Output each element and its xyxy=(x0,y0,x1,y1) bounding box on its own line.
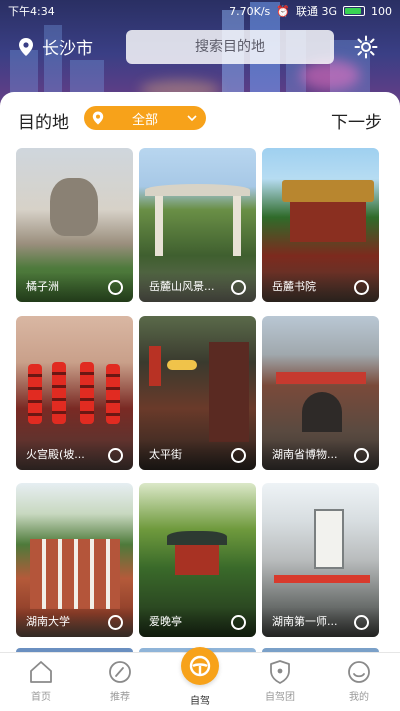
search-input[interactable]: 搜索目的地 xyxy=(126,30,334,64)
destination-card[interactable]: 岳麓书院 xyxy=(262,148,379,302)
tab-label: 自驾 xyxy=(190,696,210,707)
chevron-down-icon xyxy=(187,115,197,122)
select-radio[interactable] xyxy=(354,448,369,463)
steering-wheel-icon xyxy=(189,655,211,677)
status-bar: 下午4:34 7.70K/s ⏰ 联通 3G 100 xyxy=(0,0,400,22)
top-bar: 长沙市 搜索目的地 xyxy=(0,30,400,64)
battery-icon xyxy=(343,6,365,16)
shield-icon xyxy=(270,660,290,684)
destination-name: 火宫殿(坡... xyxy=(26,448,85,461)
tab-label: 自驾团 xyxy=(265,692,295,703)
filter-row: 目的地 全部 下一步 xyxy=(18,104,382,134)
next-step-button[interactable]: 下一步 xyxy=(331,108,382,133)
status-time: 下午4:34 xyxy=(8,5,55,18)
tab-label: 首页 xyxy=(31,692,51,703)
location-pin-icon xyxy=(19,37,33,56)
select-radio[interactable] xyxy=(231,448,246,463)
city-selector[interactable]: 长沙市 xyxy=(18,34,93,59)
location-pin-icon xyxy=(92,111,104,125)
tab-self-drive-group[interactable]: 自驾团 xyxy=(250,659,310,703)
destination-card[interactable]: 岳麓山风景... xyxy=(139,148,256,302)
tab-label: 我的 xyxy=(349,692,369,703)
destination-card[interactable]: 太平街 xyxy=(139,316,256,470)
destination-name: 湖南第一师... xyxy=(272,615,338,628)
select-radio[interactable] xyxy=(108,615,123,630)
tab-mine[interactable]: 我的 xyxy=(329,659,389,703)
destination-card[interactable]: 爱晚亭 xyxy=(139,483,256,637)
destination-card[interactable]: 湖南第一师... xyxy=(262,483,379,637)
destination-card[interactable]: 湖南大学 xyxy=(16,483,133,637)
destination-name: 橘子洲 xyxy=(26,280,59,293)
select-radio[interactable] xyxy=(354,615,369,630)
select-radio[interactable] xyxy=(108,280,123,295)
destination-name: 岳麓山风景... xyxy=(149,280,215,293)
select-radio[interactable] xyxy=(231,280,246,295)
bottom-tab-bar: 首页 推荐 自驾 自驾团 我的 xyxy=(0,647,400,711)
tab-recommend[interactable]: 推荐 xyxy=(90,659,150,703)
city-name: 长沙市 xyxy=(42,39,93,59)
home-icon xyxy=(30,661,52,683)
destination-name: 湖南大学 xyxy=(26,615,70,628)
destination-name: 爱晚亭 xyxy=(149,615,182,628)
destination-label: 目的地 xyxy=(18,113,69,133)
destination-name: 太平街 xyxy=(149,448,182,461)
destination-name: 湖南省博物... xyxy=(272,448,338,461)
settings-gear-icon[interactable] xyxy=(354,35,378,59)
compass-icon xyxy=(109,661,131,683)
smile-face-icon xyxy=(348,661,370,683)
carrier-label: 联通 3G xyxy=(295,5,337,18)
network-speed: 7.70K/s xyxy=(229,4,271,18)
select-radio[interactable] xyxy=(108,448,123,463)
steering-wheel-button[interactable] xyxy=(181,647,219,685)
destination-panel: 目的地 全部 下一步 橘子洲 岳麓山风景... 岳麓书院 火宫殿(坡... 太平… xyxy=(0,92,400,652)
alarm-icon: ⏰ xyxy=(276,4,290,18)
destination-name: 岳麓书院 xyxy=(272,280,316,293)
tab-home[interactable]: 首页 xyxy=(11,659,71,703)
tab-label: 推荐 xyxy=(110,692,130,703)
region-value: 全部 xyxy=(131,112,158,128)
destination-card[interactable]: 火宫殿(坡... xyxy=(16,316,133,470)
tab-self-drive[interactable]: 自驾 xyxy=(170,647,230,707)
destination-card[interactable]: 湖南省博物... xyxy=(262,316,379,470)
select-radio[interactable] xyxy=(354,280,369,295)
select-radio[interactable] xyxy=(231,615,246,630)
region-dropdown[interactable]: 全部 xyxy=(84,106,206,130)
battery-level: 100 xyxy=(371,4,392,18)
destination-card[interactable]: 橘子洲 xyxy=(16,148,133,302)
